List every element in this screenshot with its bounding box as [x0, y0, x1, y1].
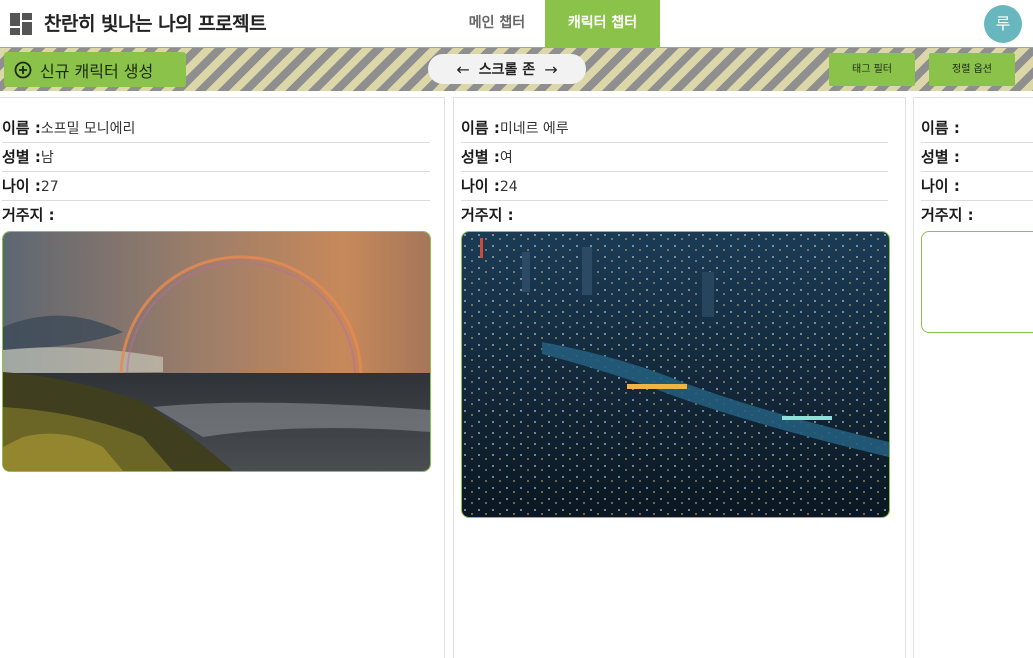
residence-field: 거주지 : [2, 206, 55, 224]
name-field: 이름 :소프밀 모니에리 [2, 114, 430, 143]
dashboard-icon [10, 13, 32, 35]
scroll-zone-label: 스크롤 존 [478, 62, 536, 78]
user-avatar[interactable]: 루 [984, 5, 1022, 43]
character-card: 이름 :소프밀 모니에리 성별 :남 나이 :27 거주지 : [0, 97, 445, 658]
night-city-photo[interactable] [461, 231, 890, 518]
scroll-zone: ← 스크롤 존 → [428, 54, 586, 84]
app-header: 찬란히 빛나는 나의 프로젝트 메인 챕터 캐릭터 챕터 루 [0, 0, 1033, 48]
character-card: 이름 :미네르 에루 성별 :여 나이 :24 거주지 : [453, 97, 906, 658]
residence-field: 거주지 : [921, 206, 974, 224]
residence-field: 거주지 : [461, 206, 514, 224]
gender-field: 성별 : [921, 143, 1033, 172]
age-field: 나이 :27 [2, 172, 430, 201]
character-toolbar: 신규 캐릭터 생성 ← 스크롤 존 → 태그 필터 정렬 옵션 [0, 48, 1033, 91]
gender-field: 성별 :여 [461, 143, 888, 172]
age-field: 나이 : [921, 172, 1033, 201]
arrow-left-icon[interactable]: ← [456, 60, 469, 79]
sort-options-button[interactable]: 정렬 옵션 [929, 53, 1015, 86]
new-character-button[interactable]: 신규 캐릭터 생성 [4, 52, 186, 87]
tab-character-chapter[interactable]: 캐릭터 챕터 [545, 0, 660, 47]
tab-main-chapter[interactable]: 메인 챕터 [449, 0, 545, 47]
add-circle-icon [14, 61, 32, 78]
empty-image-placeholder[interactable] [921, 231, 1033, 333]
app-title: 찬란히 빛나는 나의 프로젝트 [44, 13, 267, 35]
name-field: 이름 : [921, 114, 1033, 143]
arrow-right-icon[interactable]: → [544, 60, 557, 79]
character-card: 이름 : 성별 : 나이 : 거주지 : [913, 97, 1033, 658]
age-field: 나이 :24 [461, 172, 888, 201]
rainbow-over-sea-photo[interactable] [2, 231, 431, 472]
tag-filter-button[interactable]: 태그 필터 [829, 53, 915, 86]
gender-field: 성별 :남 [2, 143, 430, 172]
new-character-label: 신규 캐릭터 생성 [40, 61, 154, 81]
name-field: 이름 :미네르 에루 [461, 114, 888, 143]
